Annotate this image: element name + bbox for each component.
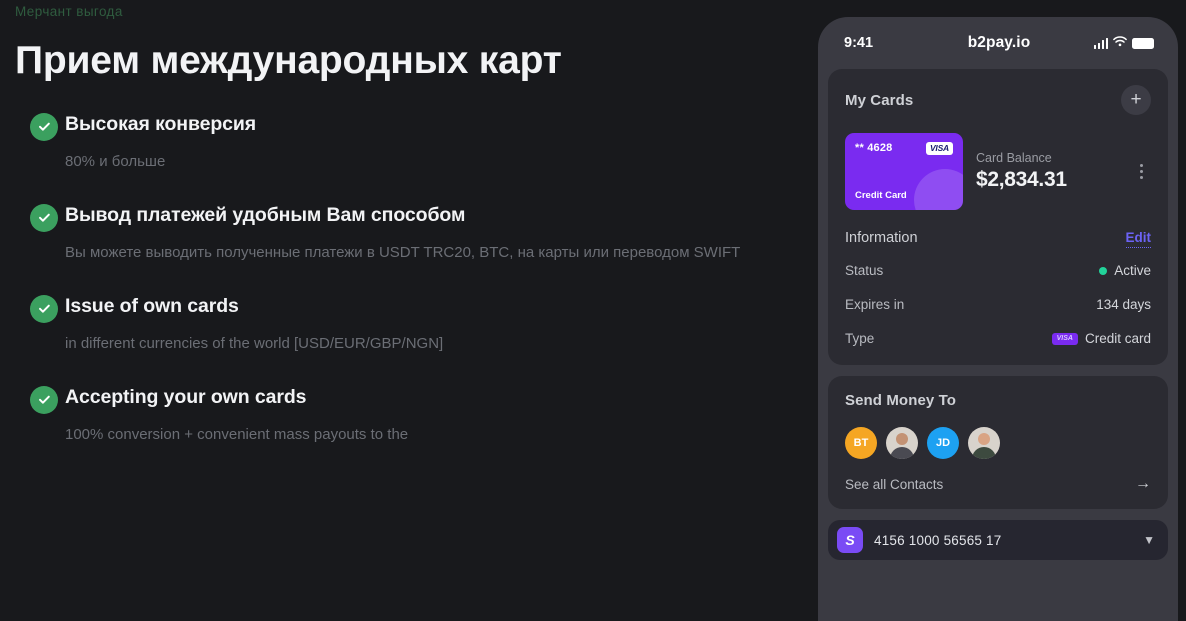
avatar[interactable]: JD [927, 427, 959, 459]
check-circle-icon [30, 203, 58, 232]
my-cards-header: My Cards + [845, 85, 1151, 115]
card-top-row: ** 4628 VISA [855, 142, 953, 155]
balance-label: Card Balance [976, 151, 1052, 165]
info-value: VISA Credit card [1051, 331, 1151, 346]
kebab-menu-icon[interactable] [1133, 164, 1151, 179]
status-time: 9:41 [844, 35, 874, 51]
page-title: Прием международных карт [15, 39, 562, 82]
information-header: Information Edit [845, 230, 1151, 248]
page-root: Мерчант выгода Прием международных карт … [0, 0, 1186, 621]
status-dot-icon [1099, 266, 1108, 275]
chevron-down-icon[interactable]: ▼ [1143, 534, 1155, 546]
status-badge: Active [1114, 263, 1151, 278]
feature-description: 80% и больше [65, 152, 166, 170]
feature-description: 100% conversion + convenient mass payout… [65, 426, 409, 444]
visa-logo-icon: VISA [925, 142, 953, 155]
feature-title: Issue of own cards [65, 294, 239, 317]
status-bar: 9:41 b2pay.io [828, 17, 1168, 69]
see-all-contacts-label: See all Contacts [845, 476, 944, 492]
balance-block: Card Balance $2,834.31 [976, 151, 1120, 192]
list-item: Accepting your own cards 100% conversion… [15, 384, 790, 448]
check-circle-icon [30, 112, 58, 141]
feature-list: Высокая конверсия 80% и больше Вывод пла… [15, 111, 790, 448]
arrow-right-icon: → [1135, 475, 1151, 492]
list-item: Вывод платежей удобным Вам способом Вы м… [15, 202, 790, 266]
account-number: 4156 1000 56565 17 [874, 532, 1002, 548]
my-cards-title: My Cards [845, 91, 914, 109]
account-selector[interactable]: S 4156 1000 56565 17 ▼ [828, 520, 1168, 560]
information-title: Information [845, 230, 918, 246]
send-money-title: Send Money To [845, 392, 957, 409]
card-type-label: Credit Card [855, 190, 907, 201]
visa-badge-icon: VISA [1051, 332, 1078, 345]
add-card-button[interactable]: + [1121, 85, 1151, 115]
status-icons [1084, 34, 1154, 52]
battery-full-icon [1132, 37, 1154, 49]
my-cards-panel: My Cards + ** 4628 VISA Credit Card Card… [828, 69, 1168, 365]
signal-bars-icon [1093, 37, 1108, 49]
see-all-contacts-row[interactable]: See all Contacts → [845, 476, 1151, 492]
phone-mockup: 9:41 b2pay.io My Cards + ** 4628 VISA Cr… [818, 17, 1178, 621]
feature-description: Вы можете выводить полученные платежи в … [65, 244, 741, 261]
s-logo-icon: S [837, 527, 863, 553]
info-key: Type [845, 331, 875, 346]
wifi-icon [1113, 34, 1127, 52]
avatar[interactable] [886, 427, 918, 459]
contact-avatars: BT JD [845, 427, 1151, 459]
info-row-type: Type VISA Credit card [845, 331, 1151, 346]
info-value: 134 days [1096, 297, 1151, 312]
avatar[interactable]: BT [845, 427, 877, 459]
list-item: Высокая конверсия 80% и больше [15, 111, 790, 175]
card-summary-row: ** 4628 VISA Credit Card Card Balance $2… [845, 133, 1151, 210]
feature-title: Вывод платежей удобным Вам способом [65, 203, 466, 226]
edit-link[interactable]: Edit [1125, 230, 1151, 248]
status-app-title: b2pay.io [967, 34, 1031, 51]
feature-title: Высокая конверсия [65, 112, 257, 135]
info-key: Expires in [845, 297, 905, 312]
balance-amount: $2,834.31 [976, 168, 1067, 191]
feature-description: in different currencies of the world [US… [65, 335, 444, 353]
credit-card-visual[interactable]: ** 4628 VISA Credit Card [845, 133, 963, 210]
info-row-expires: Expires in 134 days [845, 297, 1151, 312]
info-value: Active [1099, 263, 1151, 278]
marketing-column: Мерчант выгода Прием международных карт … [0, 0, 790, 621]
list-item: Issue of own cards in different currenci… [15, 293, 790, 357]
card-number-masked: ** 4628 [855, 142, 893, 154]
check-circle-icon [30, 385, 58, 414]
card-type-value: Credit card [1084, 331, 1151, 346]
info-key: Status [845, 263, 884, 278]
avatar[interactable] [968, 427, 1000, 459]
send-money-panel: Send Money To BT JD See all Contacts → [828, 376, 1168, 509]
eyebrow-label: Мерчант выгода [15, 4, 123, 19]
feature-title: Accepting your own cards [65, 385, 307, 408]
info-row-status: Status Active [845, 263, 1151, 278]
check-circle-icon [30, 294, 58, 323]
